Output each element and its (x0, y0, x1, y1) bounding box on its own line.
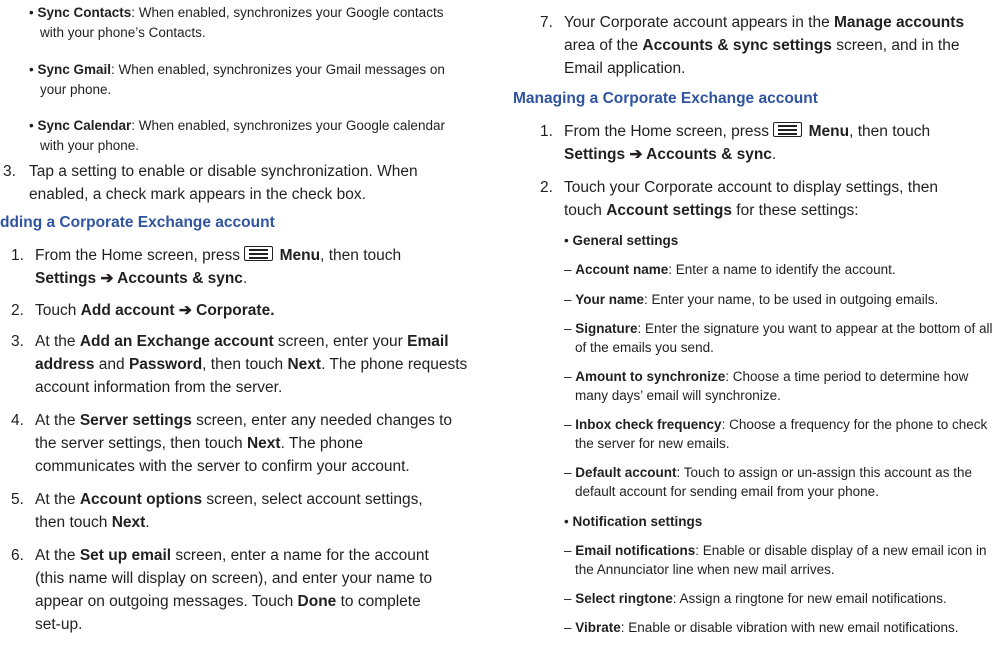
step-text: address and Password, then touch Next. T… (35, 356, 468, 373)
setting-continuation: default account for sending email from y… (575, 484, 879, 499)
setting-email-notifications: – Email notifications: Enable or disable… (564, 543, 987, 558)
step-text: At the Set up email screen, enter a name… (35, 547, 429, 564)
dash-marker: – (564, 465, 576, 480)
step-number: 1. (540, 123, 553, 140)
bullet-continuation: with your phone’s Contacts. (40, 25, 206, 40)
setting-account-name: – Account name: Enter a name to identify… (564, 262, 896, 277)
step-text: Settings ➔ Accounts & sync. (35, 270, 248, 287)
menu-key-icon (773, 122, 803, 137)
step-text: Touch Add account ➔ Corporate. (35, 302, 275, 319)
step-text: Touch your Corporate account to display … (564, 179, 938, 196)
step-text: touch Account settings for these setting… (564, 202, 859, 219)
step-text: At the Account options screen, select ac… (35, 491, 423, 508)
step-text: appear on outgoing messages. Touch Done … (35, 593, 421, 610)
dash-marker: – (564, 262, 576, 277)
dash-marker: – (564, 321, 576, 336)
setting-your-name: – Your name: Enter your name, to be used… (564, 292, 939, 307)
step-number: 2. (540, 179, 553, 196)
bullet-sync-contacts: • Sync Contacts: When enabled, synchroni… (29, 5, 444, 20)
step-text: communicates with the server to confirm … (35, 458, 410, 475)
step-number: 5. (11, 491, 24, 508)
setting-signature: – Signature: Enter the signature you wan… (564, 321, 993, 336)
bullet-continuation: with your phone. (40, 138, 140, 153)
setting-continuation: the Annunciator line when new mail arriv… (575, 562, 835, 577)
step-number: 6. (11, 547, 24, 564)
step-number: 1. (11, 247, 24, 264)
step-text: (this name will display on screen), and … (35, 570, 433, 587)
setting-select-ringtone: – Select ringtone: Assign a ringtone for… (564, 591, 947, 606)
step-number: 7. (540, 14, 553, 31)
step-number: 3. (11, 333, 24, 350)
dash-marker: – (564, 369, 576, 384)
step-text: then touch Next. (35, 514, 150, 531)
step-text: Email application. (564, 60, 686, 77)
step-text: account information from the server. (35, 379, 283, 396)
setting-continuation: of the emails you send. (575, 340, 714, 355)
dash-marker: – (564, 417, 576, 432)
step-text: From the Home screen, press Menu, then t… (564, 122, 931, 140)
setting-inbox-check-frequency: – Inbox check frequency: Choose a freque… (564, 417, 988, 432)
dash-marker: – (564, 543, 576, 558)
step-text: Your Corporate account appears in the Ma… (564, 14, 965, 31)
step-text: Settings ➔ Accounts & sync. (564, 146, 777, 163)
bullet-continuation: your phone. (40, 82, 112, 97)
step-text: At the Server settings screen, enter any… (35, 412, 453, 429)
dash-marker: – (564, 620, 576, 635)
step-text: area of the Accounts & sync settings scr… (564, 37, 960, 54)
step-text: enabled, a check mark appears in the che… (29, 186, 366, 203)
dash-marker: – (564, 292, 576, 307)
step-number: 3. (3, 163, 16, 180)
step-text: From the Home screen, press Menu, then t… (35, 246, 402, 264)
bullet-sync-gmail: • Sync Gmail: When enabled, synchronizes… (29, 62, 445, 77)
step-text: Tap a setting to enable or disable synch… (29, 163, 418, 180)
dash-marker: – (564, 591, 576, 606)
bullet-sync-calendar: • Sync Calendar: When enabled, synchroni… (29, 118, 445, 133)
setting-vibrate: – Vibrate: Enable or disable vibration w… (564, 620, 959, 635)
step-text: At the Add an Exchange account screen, e… (35, 333, 449, 350)
setting-continuation: the server for new emails. (575, 436, 730, 451)
general-settings-bullet: • General settings (564, 233, 679, 248)
step-text: set-up. (35, 616, 83, 633)
step-number: 2. (11, 302, 24, 319)
section-heading-managing: Managing a Corporate Exchange account (513, 90, 818, 107)
step-text: the server settings, then touch Next. Th… (35, 435, 364, 452)
notification-settings-bullet: • Notification settings (564, 514, 703, 529)
setting-default-account: – Default account: Touch to assign or un… (564, 465, 972, 480)
menu-key-icon (244, 246, 274, 261)
step-number: 4. (11, 412, 24, 429)
setting-amount-to-synchronize: – Amount to synchronize: Choose a time p… (564, 369, 969, 384)
setting-continuation: many days’ email will synchronize. (575, 388, 781, 403)
section-heading-adding: dding a Corporate Exchange account (0, 214, 275, 231)
